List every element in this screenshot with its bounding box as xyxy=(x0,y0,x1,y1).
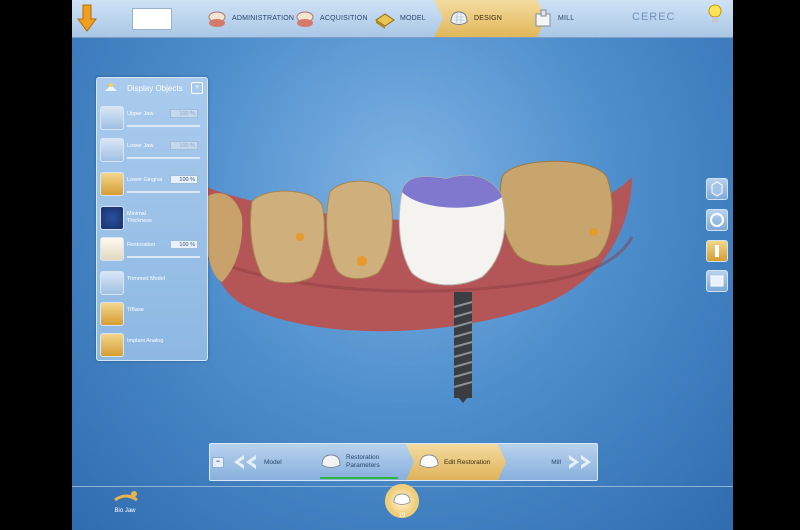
workflow-bar: ADMINISTRATION ACQUISITION MODEL DESIGN xyxy=(72,0,733,38)
opacity-slider[interactable] xyxy=(127,157,200,159)
phase-navigation-bar: •• Model Restoration Parameters Edit Res… xyxy=(209,443,598,481)
model-icon xyxy=(375,12,395,29)
prev-step-button[interactable]: Model xyxy=(230,444,315,480)
display-objects-icon xyxy=(105,83,117,91)
implant-screw xyxy=(453,292,473,403)
object-upper-jaw[interactable]: Upper Jaw 100 % xyxy=(100,104,204,132)
object-label: Lower Gingiva xyxy=(127,177,163,183)
step-label: ADMINISTRATION xyxy=(232,15,295,22)
object-label: Restoration xyxy=(127,242,156,248)
rotate-view-button[interactable] xyxy=(706,209,728,231)
minimal-thickness-icon xyxy=(100,206,124,230)
tooth-icon xyxy=(393,493,411,505)
display-objects-panel: Display Objects + Upper Jaw 100 % Lower … xyxy=(96,77,208,361)
lower-jaw-icon xyxy=(100,138,124,162)
tooth-natural xyxy=(499,160,613,267)
step-label: MILL xyxy=(558,15,575,22)
cube-icon xyxy=(711,181,723,197)
object-tibase[interactable]: TiBase xyxy=(100,300,204,328)
step-administration[interactable]: ADMINISTRATION xyxy=(206,0,294,37)
administration-icon xyxy=(208,11,226,27)
double-chevron-left-icon xyxy=(234,455,256,469)
object-label: Upper Jaw xyxy=(127,111,154,117)
params-label: Restoration Parameters xyxy=(346,454,380,469)
next-step-button[interactable]: Mill xyxy=(510,444,595,480)
tooth-natural xyxy=(249,190,325,284)
object-label: TiBase xyxy=(127,307,144,313)
step-mill[interactable]: MILL xyxy=(532,0,574,37)
step-label: ACQUISITION xyxy=(320,15,368,22)
object-label: Lower Jaw xyxy=(127,143,154,149)
object-lower-gingiva[interactable]: Lower Gingiva 100 % xyxy=(100,170,204,198)
view-cube-button[interactable] xyxy=(706,178,728,200)
brand-logo: CEREC xyxy=(632,11,676,23)
patient-field[interactable] xyxy=(132,8,172,30)
object-implant-analog[interactable]: Implant Analog xyxy=(100,331,204,359)
screenshot-button[interactable] xyxy=(706,270,728,292)
panel-header: Display Objects + xyxy=(97,78,207,98)
restoration-parameters-button[interactable]: Restoration Parameters xyxy=(320,444,400,480)
opacity-value[interactable]: 100 % xyxy=(170,240,198,249)
prev-step-label: Model xyxy=(264,458,282,466)
object-restoration[interactable]: Restoration 100 % xyxy=(100,235,204,263)
panel-title: Display Objects xyxy=(127,83,183,93)
progress-indicator xyxy=(320,477,398,479)
pin-panel-button[interactable]: + xyxy=(191,82,203,94)
object-label: Minimal Thickness xyxy=(127,211,152,224)
cerec-app-window: ADMINISTRATION ACQUISITION MODEL DESIGN xyxy=(72,0,733,530)
screen-icon xyxy=(710,275,724,287)
object-label: Trimmed Model xyxy=(127,276,165,282)
object-label: Implant Analog xyxy=(127,338,164,344)
object-trimmed-model[interactable]: Trimmed Model xyxy=(100,269,204,297)
design-icon xyxy=(450,10,468,25)
step-label: DESIGN xyxy=(474,15,503,22)
tibase-icon xyxy=(100,302,124,326)
implant-analog-icon xyxy=(100,333,124,357)
next-step-label: Mill xyxy=(551,458,561,466)
opacity-value[interactable]: 100 % xyxy=(170,109,198,118)
object-lower-jaw[interactable]: Lower Jaw 100 % xyxy=(100,136,204,164)
tools-button[interactable] xyxy=(706,240,728,262)
restoration-parameters-icon xyxy=(321,454,341,468)
bio-jaw-icon xyxy=(114,491,138,502)
step-acquisition[interactable]: ACQUISITION xyxy=(294,0,368,37)
opacity-slider[interactable] xyxy=(127,191,200,193)
exit-arrow-icon[interactable] xyxy=(76,3,98,33)
mill-icon xyxy=(535,9,551,26)
rotate-icon xyxy=(710,213,724,227)
tools-icon xyxy=(715,245,719,257)
acquisition-icon xyxy=(296,11,314,27)
edit-restoration-icon xyxy=(419,454,439,468)
opacity-value[interactable]: 100 % xyxy=(170,175,198,184)
step-label: MODEL xyxy=(400,15,426,22)
current-step[interactable]: Edit Restoration xyxy=(406,444,506,480)
collapse-button[interactable]: •• xyxy=(212,457,224,468)
upper-jaw-icon xyxy=(100,106,124,130)
restoration-icon xyxy=(100,237,124,261)
tooth-number: 19 xyxy=(398,513,406,519)
current-step-label: Edit Restoration xyxy=(444,458,491,466)
lightbulb-icon[interactable] xyxy=(708,4,722,26)
restoration-crown[interactable] xyxy=(398,175,506,286)
double-chevron-right-icon xyxy=(569,455,591,469)
trimmed-model-icon xyxy=(100,271,124,295)
step-model[interactable]: MODEL xyxy=(374,0,426,37)
gingiva-icon xyxy=(100,172,124,196)
bio-jaw-label: Bio Jaw xyxy=(114,508,136,514)
opacity-value[interactable]: 100 % xyxy=(170,141,198,150)
opacity-slider[interactable] xyxy=(127,125,200,127)
object-minimal-thickness[interactable]: Minimal Thickness xyxy=(100,204,204,232)
opacity-slider[interactable] xyxy=(127,256,200,258)
step-design[interactable]: DESIGN xyxy=(434,0,546,37)
